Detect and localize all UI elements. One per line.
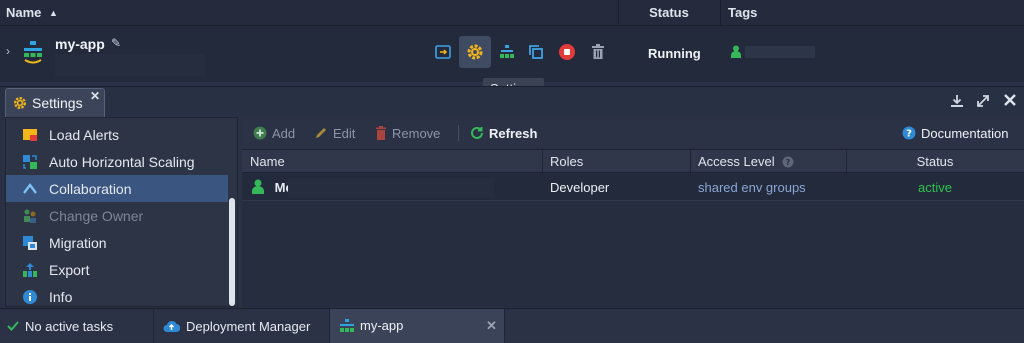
menu-scrollbar[interactable] [229,198,235,306]
environment-list-header: Name ▲ Status Tags [0,0,1024,26]
settings-tab-label: Settings [32,95,83,111]
name-header-label: Name [6,5,42,20]
alert-icon [22,127,38,143]
owner-user-icon [731,45,741,58]
menu-item-label: Auto Horizontal Scaling [49,153,195,170]
collaboration-icon [22,181,38,197]
cloud-upload-icon [163,319,180,333]
menu-item-label: Load Alerts [49,126,120,143]
environment-row[interactable]: › my-app ✎ Running [0,26,1024,82]
info-icon [22,289,38,305]
tasks-indicator[interactable]: No active tasks [7,309,113,343]
menu-item-label: Info [49,288,73,305]
deployment-manager-label: Deployment Manager [186,318,311,334]
help-icon: ? [902,126,916,140]
check-icon [7,320,19,332]
settings-tab-gear-icon [12,95,28,114]
open-in-browser-icon[interactable] [430,39,456,65]
documentation-label: Documentation [921,125,1009,141]
cell-access-level[interactable]: shared env groups [690,174,846,201]
maximize-icon[interactable] [976,94,990,111]
remove-label: Remove [392,125,441,141]
grid-header: Name Roles Access Level ? Status [242,149,1024,174]
environment-domain-hidden [55,54,205,76]
svg-text:?: ? [906,129,912,140]
menu-item-label: Change Owner [49,207,144,224]
column-header-name[interactable]: Name [242,150,542,174]
delete-environment-icon[interactable] [585,39,611,65]
menu-item-collaboration[interactable]: Collaboration [6,175,228,202]
refresh-button[interactable]: Refresh [470,125,537,141]
sort-ascending-icon: ▲ [49,8,58,18]
table-row[interactable]: Me Developer shared env groups active [242,174,1024,201]
edit-button[interactable]: Edit [314,125,355,141]
access-level-help-icon[interactable]: ? [782,152,794,176]
settings-menu: Load Alerts Auto Horizontal Scaling Coll… [5,117,238,307]
access-level-label: Access Level [698,154,775,169]
svg-text:?: ? [786,158,791,167]
scaling-icon [22,154,38,170]
remove-button[interactable]: Remove [375,125,440,141]
tab-settings[interactable]: Settings ✕ [5,88,105,117]
grid-toolbar: Add Edit Remove Refresh ? Documentation [242,117,1024,149]
environment-tab-label: my-app [360,318,404,333]
settings-gear-icon[interactable] [459,36,491,68]
migration-icon [22,235,38,251]
cell-status: active [918,180,952,195]
owner-tag-hidden [745,46,815,58]
tasks-label: No active tasks [25,318,114,334]
close-tab-icon[interactable]: ✕ [90,89,100,103]
menu-item-migration[interactable]: Migration [6,229,228,256]
status-column-header[interactable]: Status [618,0,720,26]
trash-icon [375,126,387,140]
documentation-button[interactable]: ? Documentation [902,125,1008,141]
environment-tab-icon [339,319,355,336]
menu-item-load-alerts[interactable]: Load Alerts [6,121,228,148]
edit-label: Edit [333,125,356,141]
user-email-hidden [288,178,494,198]
collaboration-grid: Add Edit Remove Refresh ? Documentation … [242,117,1024,307]
close-panel-icon[interactable] [1003,93,1017,110]
tags-column-header[interactable]: Tags [722,0,1022,26]
add-button[interactable]: Add [253,125,295,141]
menu-item-label: Collaboration [49,180,132,197]
edit-name-pencil-icon[interactable]: ✎ [111,36,121,50]
menu-item-label: Migration [49,234,107,251]
stop-environment-icon[interactable] [554,39,580,65]
add-label: Add [272,125,296,141]
column-header-status[interactable]: Status [846,150,1024,174]
refresh-label: Refresh [489,125,538,141]
pencil-icon [314,126,328,140]
column-header-roles[interactable]: Roles [542,150,690,174]
environment-status: Running [648,46,701,61]
menu-item-auto-horizontal-scaling[interactable]: Auto Horizontal Scaling [6,148,228,175]
expand-chevron-icon[interactable]: › [6,44,10,58]
refresh-icon [470,126,484,140]
menu-item-info[interactable]: Info [6,283,228,310]
tab-deployment-manager[interactable]: Deployment Manager [163,309,310,343]
user-icon [252,176,264,203]
toolbar-divider [458,125,459,141]
clone-environment-icon[interactable] [523,39,549,65]
environment-topology-icon [22,40,44,64]
close-env-tab-icon[interactable]: ✕ [486,318,497,334]
panel-tab-strip [0,86,1024,116]
tab-my-app[interactable]: my-app ✕ [329,309,505,343]
menu-item-export[interactable]: Export [6,256,228,283]
environment-name[interactable]: my-app [55,36,105,52]
cell-role: Developer [550,180,610,195]
export-icon [22,262,38,278]
bottom-taskbar: No active tasks Deployment Manager my-ap… [0,308,1024,343]
column-header-access-level[interactable]: Access Level ? [690,150,846,174]
change-owner-icon [22,208,38,224]
download-icon[interactable] [950,94,964,111]
name-column-header[interactable]: Name ▲ [0,0,618,26]
change-topology-icon[interactable] [494,39,520,65]
add-icon [253,126,267,140]
menu-item-change-owner[interactable]: Change Owner [6,202,228,229]
menu-item-label: Export [49,261,90,278]
